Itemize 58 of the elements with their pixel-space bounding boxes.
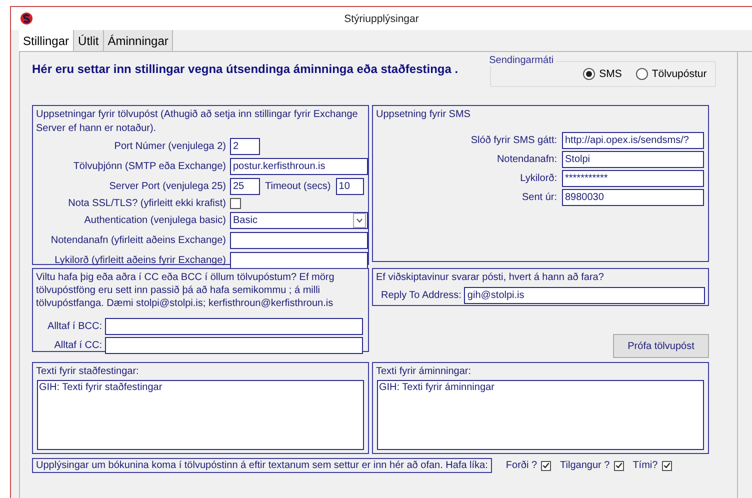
text-area[interactable]: GIH: Texti fyrir áminningar [377, 380, 704, 450]
tab[interactable]: Útlit [74, 30, 104, 51]
panel-title: Ef viðskiptavinur svarar pósti, hvert á hann að fara? [376, 271, 605, 285]
radio-label[interactable]: SMS [599, 68, 622, 80]
radio-button[interactable] [583, 68, 596, 80]
panel-title: Uppsetning fyrir SMS [376, 108, 472, 122]
input-field[interactable] [230, 252, 368, 269]
input-field[interactable]: 8980030 [562, 189, 704, 206]
app-logo-icon [20, 12, 33, 25]
input-field[interactable]: gih@stolpi.is [464, 287, 705, 304]
checkbox-label: Tilgangur ? [560, 460, 610, 471]
input-field[interactable] [105, 318, 363, 335]
caret-icon [353, 213, 366, 228]
panel-title: Texti fyrir staðfestingar: [36, 365, 140, 379]
test-email-button[interactable]: Prófa tölvupóst [613, 334, 709, 358]
field-label: Lykilorð: [519, 173, 557, 184]
input-field[interactable]: 10 [336, 178, 364, 195]
checkbox[interactable] [614, 460, 624, 470]
checkbox[interactable] [230, 198, 241, 209]
tab[interactable]: Áminningar [104, 30, 174, 51]
radio-button[interactable] [636, 68, 648, 80]
group-label: Sendingarmáti [489, 55, 556, 66]
field-label: Reply To Address: [381, 290, 462, 301]
field-label: Tölvuþjónn (SMTP eða Exchange) [72, 161, 226, 172]
input-field[interactable]: 25 [230, 178, 260, 195]
input-field[interactable] [105, 337, 363, 354]
field-label: Notendanafn: [496, 154, 557, 165]
input-field[interactable]: postur.kerfisthroun.is [230, 158, 368, 175]
tab[interactable]: Stillingar [19, 30, 74, 51]
field-label: Slóð fyrir SMS gátt: [470, 135, 557, 146]
field-label: Sent úr: [520, 192, 557, 203]
heading: Hér eru settar inn stillingar vegna útsendinga áminninga eða staðfestinga . [32, 62, 458, 78]
input-field[interactable]: *********** [562, 170, 704, 187]
checkbox[interactable] [541, 460, 552, 470]
input-field[interactable]: 2 [230, 138, 260, 155]
text-area[interactable]: GIH: Texti fyrir staðfestingar [37, 380, 364, 450]
field-label: Lykilorð (yfirleitt aðeins fyrir Exchange) [54, 255, 226, 266]
input-field[interactable] [230, 232, 368, 249]
info-note: Upplýsingar um bókunina koma í tölvupóstinn á eftir textanum sem settur er inn hér að ofan. Hafa líka: [32, 458, 492, 473]
field-label: Nota SSL/TLS? (yfirleitt ekki krafist) [67, 198, 226, 209]
panel-title: Uppsetningar fyrir tölvupóst (Athugið að setja inn stillingar fyrir Exchange Server ef hann er notaður). [36, 108, 359, 136]
field-label: Server Port (venjulega 25) [108, 181, 226, 192]
checkbox-label: Tími? [632, 460, 658, 471]
panel-title: Texti fyrir áminningar: [376, 365, 472, 379]
window-title: Stýriupplýsingar [343, 12, 420, 24]
input-field[interactable]: http://api.opex.is/sendsms/? [562, 132, 704, 149]
field-label: Alltaf í BCC: [46, 321, 102, 332]
field-label: Notendanafn (yfirleitt aðeins Exchange) [50, 235, 226, 246]
checkbox[interactable] [662, 460, 672, 470]
field-label: Alltaf í CC: [53, 340, 102, 351]
input-field[interactable]: Stolpi [562, 151, 704, 168]
field-label: Port Númer (venjulega 2) [113, 141, 226, 152]
field-label: Authentication (venjulega basic) [83, 215, 226, 226]
cc-description: Viltu hafa þig eða aðra í CC eða BCC í öllum tölvupóstum? Ef mörg tölvupóstföng eru sett inn passið þá að hafa semikommu ; á milli tölvupóstfanga. Dæmi stolpi@stolpi.is; kerfisthroun@kerfisthroun.is [36, 271, 336, 310]
dropdown[interactable]: Basic [230, 212, 368, 229]
radio-label[interactable]: Tölvupóstur [652, 68, 707, 80]
checkbox-label: Forði ? [506, 460, 538, 471]
field-label: Timeout (secs) [265, 181, 331, 192]
